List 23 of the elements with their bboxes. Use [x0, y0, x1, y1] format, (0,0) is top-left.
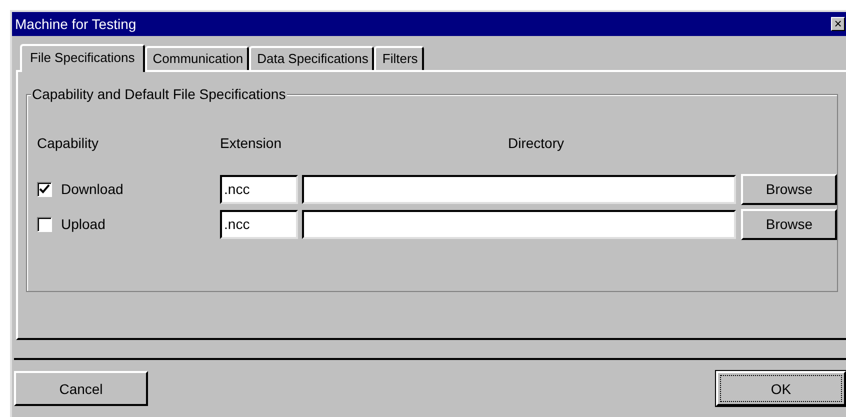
- directory-field[interactable]: [302, 210, 736, 238]
- check-icon: [39, 184, 50, 194]
- tab[interactable]: Communication: [144, 46, 250, 70]
- column-header: Directory: [508, 135, 564, 153]
- browse-button[interactable]: Browse: [741, 208, 837, 240]
- dialog-button[interactable]: OK: [716, 371, 846, 406]
- browse-button[interactable]: Browse: [741, 174, 837, 204]
- directory-field[interactable]: [302, 174, 736, 204]
- extension-field[interactable]: .ncc: [220, 210, 298, 238]
- tab[interactable]: Data Specifications: [249, 46, 374, 70]
- close-button[interactable]: ×: [831, 17, 845, 31]
- tab[interactable]: File Specifications: [20, 44, 145, 72]
- window-title: Machine for Testing: [15, 16, 136, 32]
- tab[interactable]: Filters: [374, 46, 424, 70]
- dialog-button[interactable]: Cancel: [14, 371, 148, 406]
- column-header: Capability: [37, 135, 100, 153]
- extension-field[interactable]: .ncc: [220, 174, 298, 204]
- checkbox[interactable]: [37, 216, 52, 232]
- checkbox-label: Upload: [61, 216, 106, 232]
- group-title: Capability and Default File Specifications: [31, 86, 287, 102]
- column-header: Extension: [220, 135, 282, 153]
- checkbox[interactable]: [37, 182, 52, 196]
- checkbox-label: Download: [61, 181, 124, 197]
